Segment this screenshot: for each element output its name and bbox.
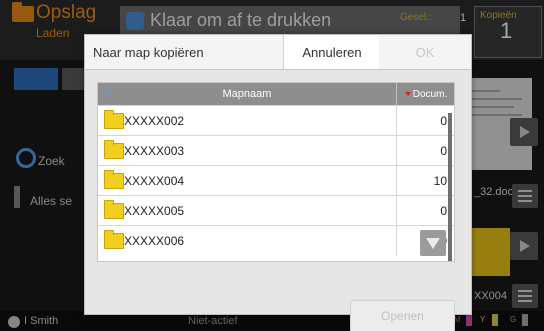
folder-name: XXXXX002	[124, 114, 185, 128]
screen: Opslag Laden Klaar om af te drukken Gese…	[0, 0, 544, 331]
sort-descending-icon	[404, 92, 411, 96]
table-row[interactable]: XXXXX003 0	[98, 135, 454, 166]
table-row[interactable]: XXXXX006 0	[98, 225, 454, 256]
table-row[interactable]: XXXXX004 10	[98, 165, 454, 196]
open-button[interactable]: Openen	[350, 300, 455, 331]
column-header-documents[interactable]: Docum.	[396, 83, 455, 105]
document-count: 0	[396, 196, 447, 226]
folder-table: Mapnaam Docum. XXXXX002 0 XXXXX003 0 XXX…	[97, 82, 455, 262]
dialog-title: Naar map kopiëren	[93, 45, 204, 60]
table-row[interactable]: XXXXX002 0	[98, 105, 454, 136]
sort-ascending-icon	[104, 90, 110, 94]
folder-icon	[104, 140, 124, 159]
dialog-header: Naar map kopiëren Annuleren OK	[85, 35, 471, 70]
folder-name: XXXXX003	[124, 144, 185, 158]
folder-icon	[104, 170, 124, 189]
ok-button[interactable]: OK	[379, 35, 471, 69]
folder-name: XXXXX004	[124, 174, 185, 188]
document-count: 10	[396, 166, 447, 196]
document-count: 0	[396, 136, 447, 166]
scrollbar[interactable]	[448, 113, 452, 261]
folder-icon	[104, 230, 124, 249]
copy-to-folder-dialog: Naar map kopiëren Annuleren OK Mapnaam D…	[84, 34, 472, 331]
scroll-down-icon[interactable]	[420, 230, 446, 256]
folder-icon	[104, 110, 124, 129]
column-header-folder-name[interactable]: Mapnaam	[98, 83, 396, 105]
folder-name: XXXXX006	[124, 234, 185, 248]
table-header: Mapnaam Docum.	[98, 83, 454, 105]
document-count: 0	[396, 106, 447, 136]
cancel-button[interactable]: Annuleren	[283, 35, 381, 69]
column-label: Docum.	[412, 88, 448, 100]
table-row[interactable]: XXXXX005 0	[98, 195, 454, 226]
folder-icon	[104, 200, 124, 219]
dialog-body: Mapnaam Docum. XXXXX002 0 XXXXX003 0 XXX…	[85, 70, 471, 331]
folder-name: XXXXX005	[124, 204, 185, 218]
column-label: Mapnaam	[222, 88, 272, 100]
